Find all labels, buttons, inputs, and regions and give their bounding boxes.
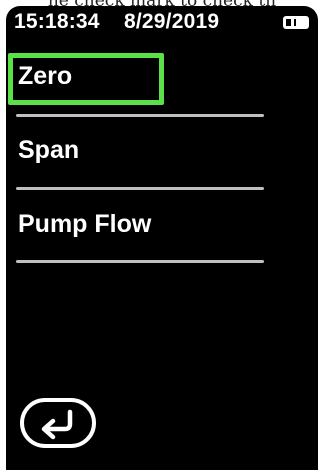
menu-divider	[16, 187, 264, 190]
menu-divider	[16, 114, 264, 117]
menu-divider	[16, 260, 264, 263]
battery-icon	[283, 16, 309, 29]
back-button[interactable]	[20, 398, 96, 448]
status-bar: 15:18:34 8/29/2019	[6, 6, 318, 40]
menu-item-label: Zero	[18, 62, 73, 90]
device-screen: 15:18:34 8/29/2019 Zero Span Pump Flow	[6, 6, 318, 470]
menu-item-pump-flow[interactable]: Pump Flow	[6, 200, 318, 262]
status-date: 8/29/2019	[124, 10, 220, 33]
return-arrow-icon	[41, 409, 73, 440]
menu-item-label: Pump Flow	[18, 210, 152, 238]
menu-item-zero[interactable]: Zero	[6, 52, 318, 114]
status-time: 15:18:34	[14, 10, 100, 33]
menu-item-label: Span	[18, 136, 80, 164]
device-photo: ne check mark to check th 15:18:34 8/29/…	[0, 0, 324, 470]
menu-item-span[interactable]: Span	[6, 126, 318, 188]
